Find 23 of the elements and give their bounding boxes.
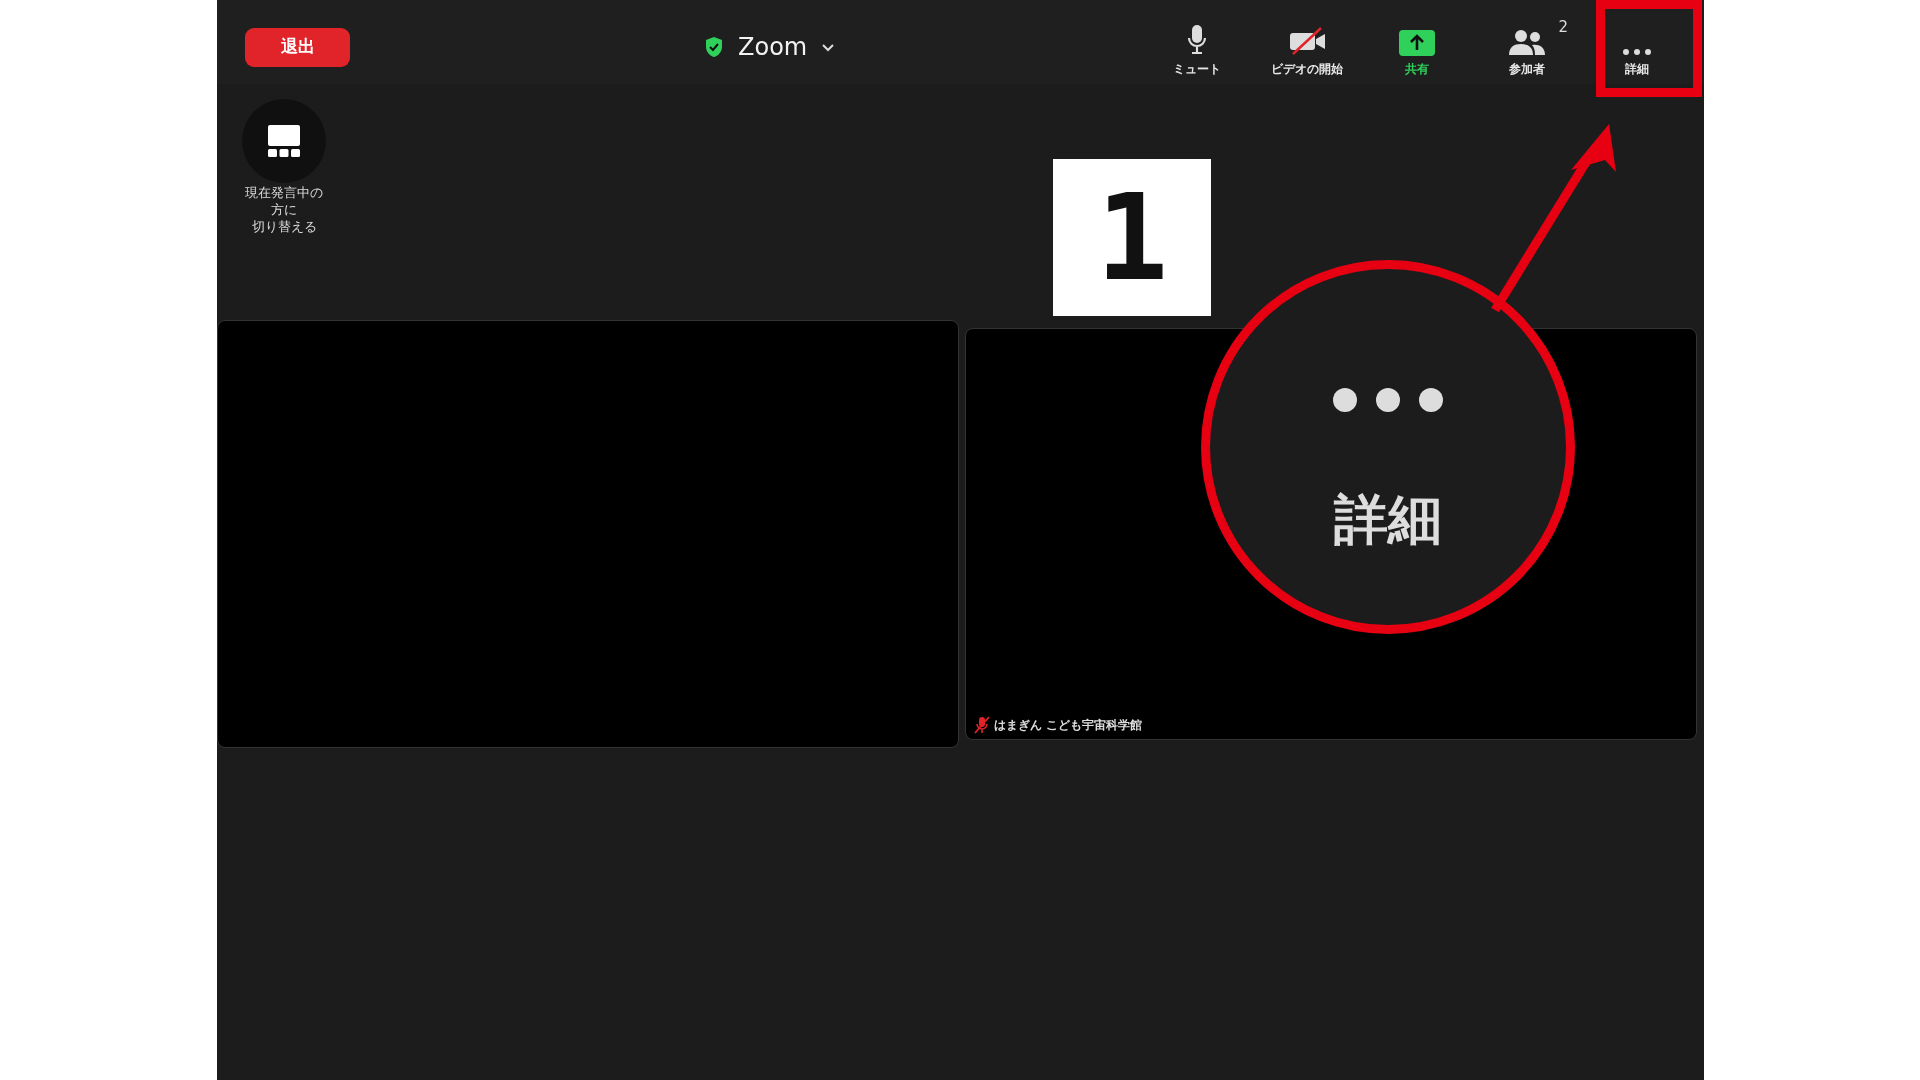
shield-icon [704, 36, 724, 58]
people-icon [1508, 28, 1546, 56]
toolbar-button[interactable]: 参加者 2 [1472, 16, 1582, 78]
toolbar-button[interactable]: 共有 [1362, 16, 1472, 78]
meeting-title: Zoom [738, 32, 808, 63]
switch-view-label: 方に [271, 201, 297, 219]
switch-view-label: 切り替える [251, 218, 317, 236]
chevron-icon[interactable] [821, 42, 836, 52]
speaker-layout-icon [267, 125, 301, 157]
participant-count: 2 [1558, 17, 1568, 38]
participant-name: はまぎん こども宇宙科学館 [994, 716, 1143, 734]
toolbar-button[interactable]: ビデオの開始 [1252, 16, 1362, 78]
more-icon [1332, 387, 1444, 413]
video-off-icon [1287, 26, 1327, 56]
share-icon [1399, 30, 1435, 56]
mic-icon [1187, 24, 1207, 56]
callout-label: 詳細 [1334, 493, 1442, 547]
toolbar-button[interactable]: ミュート [1142, 16, 1252, 78]
switch-view-label: 現在発言中の [245, 185, 323, 202]
more-icon [1622, 48, 1652, 56]
leave-button[interactable]: 退出 [245, 27, 350, 67]
step-number: 1 [1095, 177, 1169, 298]
more-button[interactable]: 詳細 [1582, 16, 1692, 78]
